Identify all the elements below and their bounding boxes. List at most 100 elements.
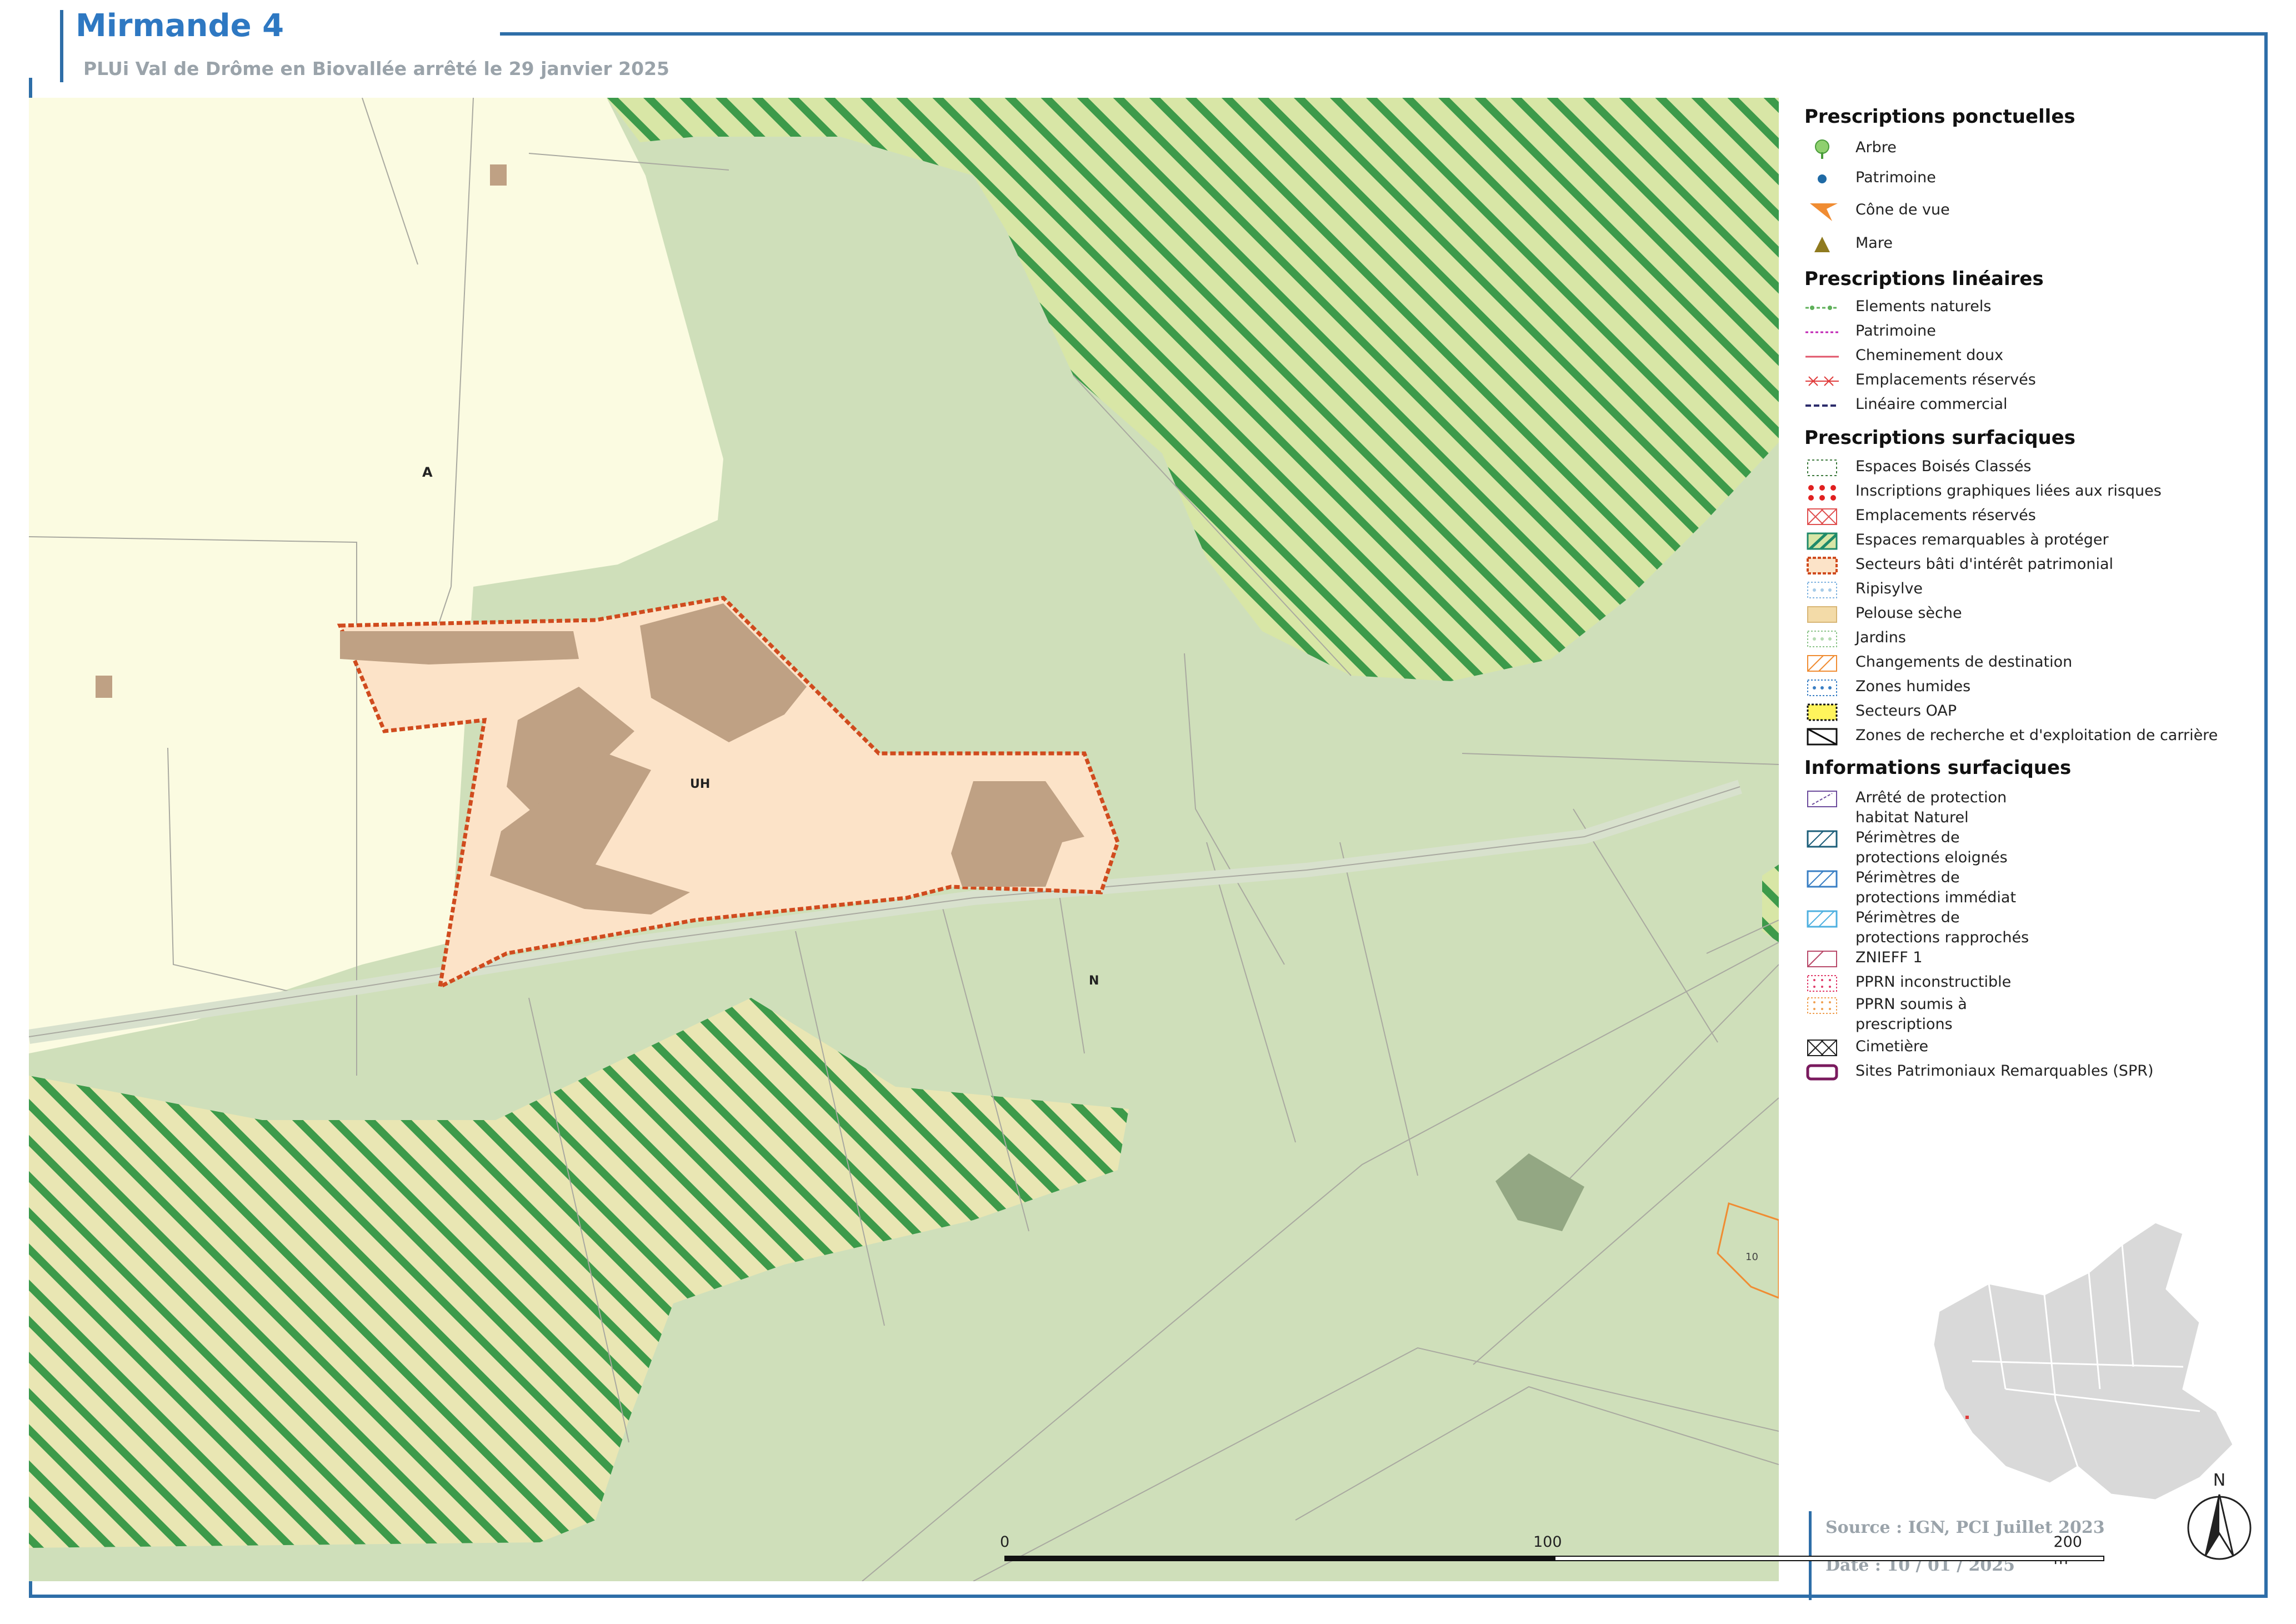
legend-label: Espaces remarquables à protéger: [1855, 531, 2109, 548]
legend-item: Secteurs OAP: [1804, 701, 2265, 723]
legend-item: Elements naturels: [1804, 297, 2265, 319]
legend-item: Patrimoine: [1804, 168, 2265, 190]
map-legend: Prescriptions ponctuelles Arbre Patrimoi…: [1800, 106, 2267, 1106]
legend-label: Ripisylve: [1855, 580, 1923, 597]
legend-item: Zones de recherche et d'exploitation de …: [1804, 726, 2265, 748]
title-accent-bar: [60, 10, 63, 82]
legend-label: Espaces Boisés Classés: [1855, 458, 2032, 475]
location-marker: [1965, 1416, 1969, 1419]
pond-triangle-icon: [1814, 237, 1830, 252]
legend-item: Sites Patrimoniaux Remarquables (SPR): [1804, 1061, 2265, 1081]
habitat-protection-icon: [1807, 791, 1837, 807]
scale-label-mid: 100: [1533, 1533, 1562, 1551]
legend-heading-informations: Informations surfaciques: [1804, 757, 2072, 779]
legend-label: Arrêté de protection: [1855, 789, 2007, 806]
legend-item: Arrêté de protection habitat Naturel: [1804, 788, 2265, 828]
legend-item: Zones humides: [1804, 677, 2265, 699]
scale-segment-light: [1554, 1556, 2104, 1561]
legend-label: Mare: [1855, 234, 1893, 252]
legend-label: Cimetière: [1855, 1038, 1929, 1055]
dot-icon: [1818, 174, 1827, 183]
legend-label: Secteurs bâti d'intérêt patrimonial: [1855, 556, 2114, 573]
legend-item: Cimetière: [1804, 1037, 2265, 1057]
legend-item: Linéaire commercial: [1804, 394, 2265, 417]
pprn-prescriptions-icon: [1807, 997, 1837, 1014]
legend-label: Jardins: [1855, 629, 1906, 646]
pprn-inconstructible-icon: [1807, 975, 1837, 992]
protection-far-icon: [1807, 830, 1838, 848]
legend-item: Emplacements réservés: [1804, 370, 2265, 392]
legend-item: ZNIEFF 1: [1804, 948, 2265, 968]
legend-label: Emplacements réservés: [1855, 507, 2036, 524]
legend-heading-lineaires: Prescriptions linéaires: [1804, 268, 2044, 290]
legend-label: Sites Patrimoniaux Remarquables (SPR): [1855, 1062, 2154, 1080]
remarkable-area-icon: [1807, 532, 1838, 550]
north-label: N: [2213, 1471, 2225, 1490]
legend-label: Changements de destination: [1855, 653, 2073, 671]
riparian-icon: [1807, 582, 1837, 598]
oap-area-icon: [1807, 703, 1838, 721]
protection-immediate-icon: [1807, 870, 1838, 888]
legend-item: Cheminement doux: [1804, 346, 2265, 368]
legend-label: Linéaire commercial: [1855, 396, 2008, 413]
dry-grass-icon: [1807, 606, 1837, 623]
scale-segment-dark: [1004, 1556, 1554, 1561]
znieff-icon: [1807, 951, 1837, 967]
legend-label: protections immédiat: [1855, 889, 2017, 906]
legend-label: protections eloignés: [1855, 849, 2008, 866]
legend-label: Zones humides: [1855, 678, 1971, 695]
legend-label: Arbre: [1855, 139, 1897, 156]
legend-item: Périmètres de protections eloignés: [1804, 828, 2265, 868]
legend-label: Périmètres de: [1855, 909, 1960, 926]
heritage-area-icon: [1807, 557, 1838, 574]
legend-item: Espaces remarquables à protéger: [1804, 530, 2265, 552]
north-arrow-icon: N: [2187, 1471, 2252, 1560]
natural-line-icon: [1805, 306, 1839, 310]
legend-item: Jardins: [1804, 628, 2265, 650]
commercial-line-icon: [1805, 404, 1839, 407]
zone-a-label: A: [422, 464, 433, 480]
legend-label: Cheminement doux: [1855, 347, 2004, 364]
legend-label: Cône de vue: [1855, 201, 1950, 218]
legend-label: PPRN soumis à: [1855, 996, 1967, 1013]
legend-item: Inscriptions graphiques liées aux risque…: [1804, 481, 2265, 503]
scale-bar: 0 100 200 m: [1000, 1533, 2104, 1578]
legend-label: Elements naturels: [1855, 298, 1992, 315]
legend-label: habitat Naturel: [1855, 809, 1969, 826]
map-canvas[interactable]: A UH N 10: [29, 98, 1779, 1581]
legend-item: Arbre: [1804, 138, 2265, 160]
legend-item: Périmètres de protections rapprochés: [1804, 908, 2265, 948]
legend-label: Secteurs OAP: [1855, 702, 1957, 719]
cemetery-icon: [1807, 1040, 1837, 1056]
legend-item: Espaces Boisés Classés: [1804, 457, 2265, 479]
legend-item: Périmètres de protections immédiat: [1804, 868, 2265, 908]
classified-woods-icon: [1807, 459, 1837, 476]
legend-label: Emplacements réservés: [1855, 371, 2036, 388]
heritage-line-icon: [1805, 331, 1839, 333]
protected-area-east: [1762, 865, 1779, 942]
protection-near-icon: [1807, 910, 1838, 928]
legend-label: prescriptions: [1855, 1016, 1953, 1033]
risk-dots-icon: [1808, 485, 1836, 501]
scale-label-start: 0: [1000, 1533, 1010, 1551]
legend-label: Pelouse sèche: [1855, 604, 1962, 622]
legend-item: PPRN soumis à prescriptions: [1804, 995, 2265, 1035]
map-title: Mirmande 4: [76, 8, 284, 44]
legend-label: ZNIEFF 1: [1855, 949, 1923, 966]
scale-label-end: 200 m: [2053, 1533, 2082, 1568]
legend-item: Pelouse sèche: [1804, 603, 2265, 626]
legend-item: Cône de vue: [1804, 200, 2265, 222]
change-destination-label: 10: [1745, 1251, 1758, 1263]
reserved-area-icon: [1807, 508, 1837, 525]
quarry-area-icon: [1807, 728, 1838, 746]
legend-heading-ponctuelles: Prescriptions ponctuelles: [1804, 106, 2075, 128]
legend-item: Mare: [1804, 233, 2265, 256]
legend-label: PPRN inconstructible: [1855, 973, 2012, 991]
legend-label: protections rapprochés: [1855, 929, 2029, 946]
reserved-line-icon: [1805, 376, 1839, 386]
building: [340, 631, 579, 664]
legend-label: Zones de recherche et d'exploitation de …: [1855, 727, 2218, 744]
building: [490, 164, 507, 186]
legend-item: Ripisylve: [1804, 579, 2265, 601]
legend-item: Emplacements réservés: [1804, 506, 2265, 528]
